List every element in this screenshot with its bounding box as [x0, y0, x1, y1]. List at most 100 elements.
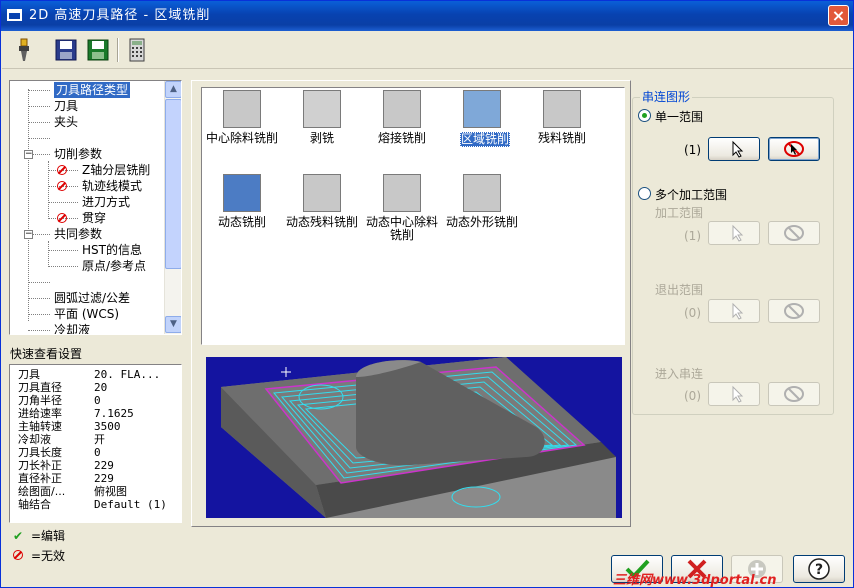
quick-setting-value: 229 [94, 459, 114, 472]
remove-chain-icon [784, 303, 804, 319]
quick-setting-value: 3500 [94, 420, 121, 433]
quick-setting-key: 刀具 [18, 368, 40, 381]
toolpath-type-icon [223, 174, 261, 212]
single-range-remove-button[interactable] [768, 137, 820, 161]
quick-setting-key: 主轴转速 [18, 420, 62, 433]
tree-item[interactable] [10, 130, 165, 146]
pointer-icon [732, 140, 744, 158]
tree-item-label: 共同参数 [54, 227, 103, 241]
tree-item[interactable]: 刀具路径类型 [10, 82, 165, 98]
title-bar[interactable]: 2D 高速刀具路径 - 区域铣削 × [1, 1, 853, 31]
calculator-icon [129, 38, 145, 62]
exit-range-select-button [708, 299, 760, 323]
tree-item-label: 刀具 [54, 99, 79, 113]
toolpath-type-item[interactable]: 动态外形铣削 [442, 172, 522, 248]
calculator-button[interactable] [123, 36, 151, 64]
toolpath-preview-image [206, 357, 622, 518]
single-range-radio[interactable] [638, 109, 651, 122]
quick-setting-key: 刀角半径 [18, 394, 62, 407]
quick-setting-key: 刀长补正 [18, 459, 62, 472]
toolpath-type-icon [303, 174, 341, 212]
toolpath-type-item[interactable]: 动态铣削 [202, 172, 282, 248]
tree-item[interactable]: 夹头 [10, 114, 165, 130]
toolpath-type-item[interactable]: 中心除料铣削 [202, 88, 282, 164]
save-as-icon [87, 39, 109, 61]
toolpath-type-label: 区域铣削 [460, 132, 510, 147]
chain-group-label: 串连图形 [640, 88, 693, 105]
toolpath-type-item[interactable]: 剥铣 [282, 88, 362, 164]
exit-range-remove-button [768, 299, 820, 323]
legend-invalid-label: =无效 [31, 549, 66, 563]
tree-item-label: 轨迹线模式 [82, 179, 143, 193]
tool-button[interactable] [10, 36, 38, 64]
tree-item[interactable]: 冷却液 [10, 322, 165, 334]
toolpath-type-item[interactable]: 动态残料铣削 [282, 172, 362, 248]
entry-chain-count: (0) [684, 389, 701, 403]
tree-item[interactable]: 刀具 [10, 98, 165, 114]
tree-connector [28, 106, 50, 107]
pointer-icon [732, 224, 744, 242]
save-as-button[interactable] [84, 36, 112, 64]
multi-range-radio[interactable] [638, 187, 651, 200]
tree-item[interactable]: Z轴分层铣削 [10, 162, 165, 178]
toolpath-type-item[interactable]: 残料铣削 [522, 88, 602, 164]
collapse-icon[interactable]: − [24, 230, 33, 239]
pointer-icon [732, 385, 744, 403]
quick-setting-value: 0 [94, 446, 101, 459]
quick-setting-key: 冷却液 [18, 433, 51, 446]
toolpath-type-item[interactable]: 区域铣削 [442, 88, 522, 164]
scroll-down-button[interactable]: ▼ [165, 316, 181, 333]
quick-setting-value: 开 [94, 433, 105, 446]
single-range-select-button[interactable] [708, 137, 760, 161]
tree-item[interactable]: 圆弧过滤/公差 [10, 290, 165, 306]
help-button[interactable]: ? [793, 555, 845, 583]
remove-chain-icon [784, 225, 804, 241]
tree-connector [28, 90, 50, 91]
toolpath-type-label: 中心除料铣削 [205, 131, 278, 145]
tree-connector [48, 266, 78, 267]
quick-setting-value: Default (1) [94, 498, 167, 511]
close-button[interactable]: × [828, 5, 849, 26]
toolpath-type-item[interactable]: 熔接铣削 [362, 88, 442, 164]
toolpath-type-label: 动态残料铣削 [285, 215, 358, 229]
tree-connector [28, 122, 50, 123]
tree-item[interactable]: 轨迹线模式 [10, 178, 165, 194]
tree-item-label: 贯穿 [82, 211, 107, 225]
tree-item[interactable]: − 切削参数 [10, 146, 165, 162]
toolpath-type-label: 残料铣削 [537, 131, 586, 145]
parameter-tree[interactable]: 刀具路径类型 刀具 夹头 − 切削参数 Z轴分层铣削 轨迹线模式进刀方式贯穿 − 共同参数 HST… [9, 80, 182, 335]
tree-item[interactable]: 原点/参考点 [10, 258, 165, 274]
tree-item[interactable]: 进刀方式 [10, 194, 165, 210]
tree-item[interactable]: 贯穿 [10, 210, 165, 226]
quick-setting-key: 直径补正 [18, 472, 62, 485]
collapse-icon[interactable]: − [24, 150, 33, 159]
multi-range-label[interactable]: 多个加工范围 [655, 186, 727, 203]
tree-item[interactable] [10, 274, 165, 290]
tree-item[interactable]: HST的信息 [10, 242, 165, 258]
dialog-window: 2D 高速刀具路径 - 区域铣削 × 刀具路径类型 刀具 夹头 − 切削参数 Z… [0, 0, 854, 588]
entry-chain-label: 进入串连 [655, 367, 704, 381]
toolpath-type-list: 中心除料铣削 剥铣 熔接铣削 区域铣削 残料铣削动态铣削 动态残料铣削 动态中心除料铣削 动态… [201, 87, 625, 345]
tree-item[interactable]: 平面 (WCS) [10, 306, 165, 322]
scroll-up-button[interactable]: ▲ [165, 81, 181, 98]
app-icon [7, 9, 22, 21]
tree-scrollbar[interactable]: ▲ ▼ [164, 81, 181, 334]
tree-item[interactable]: − 共同参数 [10, 226, 165, 242]
scroll-thumb[interactable] [165, 99, 181, 269]
tree-item-label: 切削参数 [54, 147, 103, 161]
remove-chain-icon [784, 141, 804, 157]
machining-range-remove-button [768, 221, 820, 245]
tool-icon [19, 38, 29, 61]
toolpath-type-icon [303, 90, 341, 128]
single-range-label[interactable]: 单一范围 [655, 108, 703, 125]
tree-item-label: 进刀方式 [82, 195, 131, 209]
tree-connector [28, 138, 50, 139]
tree-content: 刀具路径类型 刀具 夹头 − 切削参数 Z轴分层铣削 轨迹线模式进刀方式贯穿 − 共同参数 HST… [10, 81, 165, 334]
quick-setting-key: 进给速率 [18, 407, 62, 420]
tree-item-label: 原点/参考点 [82, 259, 147, 273]
watermark: 三维网www.3dportal.cn [613, 573, 777, 588]
tree-connector [28, 314, 50, 315]
save-button[interactable] [52, 36, 80, 64]
toolpath-type-item[interactable]: 动态中心除料铣削 [362, 172, 442, 248]
toolpath-type-icon [223, 90, 261, 128]
